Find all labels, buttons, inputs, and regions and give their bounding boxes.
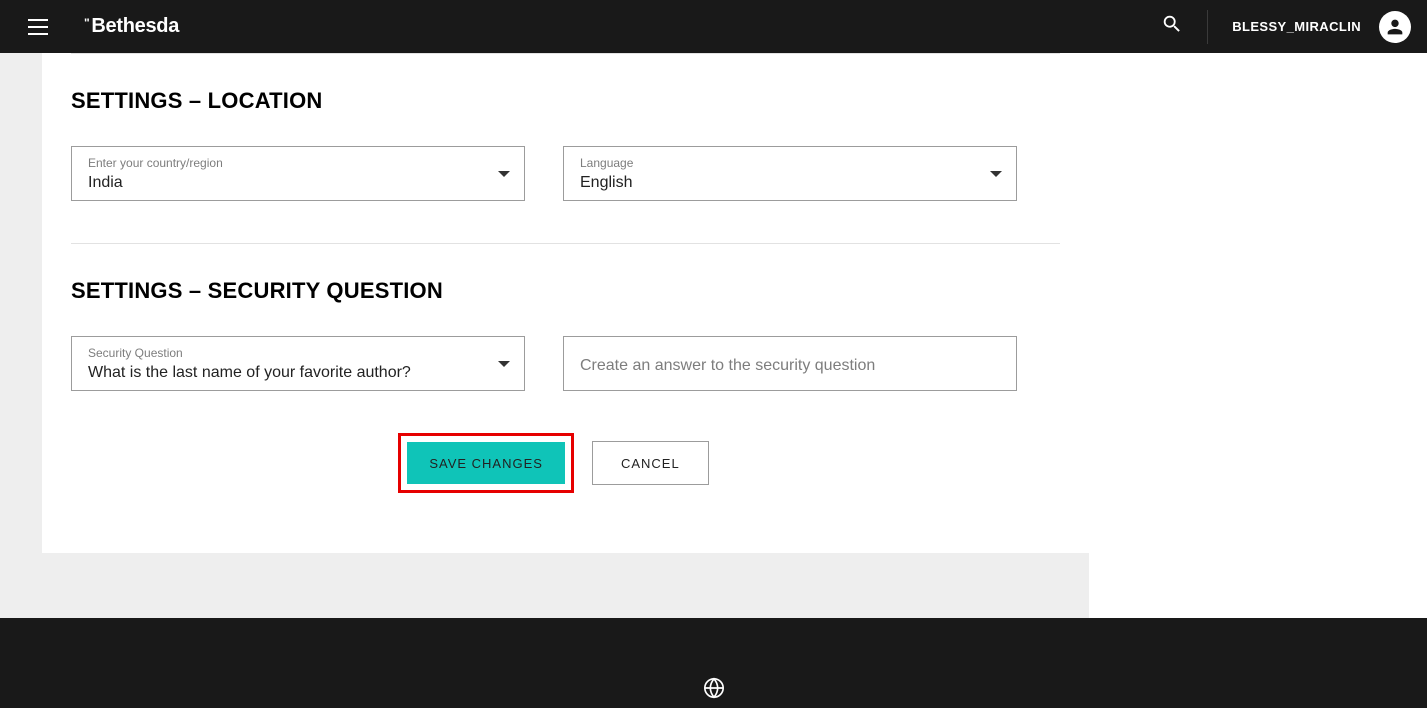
security-question-value: What is the last name of your favorite a… <box>88 362 508 384</box>
language-value: English <box>580 172 1000 194</box>
content-column: SETTINGS – LOCATION Enter your country/r… <box>0 53 1089 618</box>
page-body: SETTINGS – LOCATION Enter your country/r… <box>0 53 1427 618</box>
search-icon[interactable] <box>1161 13 1183 40</box>
footer <box>0 618 1427 708</box>
header-divider <box>1207 10 1208 44</box>
location-section-title: SETTINGS – LOCATION <box>71 54 1060 118</box>
chevron-down-icon <box>498 361 510 367</box>
security-section-title: SETTINGS – SECURITY QUESTION <box>71 244 1060 308</box>
location-row: Enter your country/region India Language… <box>71 146 1060 201</box>
save-highlight: SAVE CHANGES <box>398 433 574 493</box>
top-header: " Bethesda BLESSY_MIRACLIN <box>0 0 1427 53</box>
globe-icon[interactable] <box>703 677 725 704</box>
cancel-button[interactable]: CANCEL <box>592 441 709 485</box>
bethesda-logo[interactable]: " Bethesda <box>84 15 179 38</box>
avatar[interactable] <box>1379 11 1411 43</box>
security-question-select[interactable]: Security Question What is the last name … <box>71 336 525 391</box>
country-value: India <box>88 172 508 194</box>
language-select[interactable]: Language English <box>563 146 1017 201</box>
security-answer-input[interactable]: Create an answer to the security questio… <box>563 336 1017 391</box>
country-label: Enter your country/region <box>88 156 508 170</box>
person-icon <box>1384 16 1406 38</box>
settings-card: SETTINGS – LOCATION Enter your country/r… <box>42 53 1089 553</box>
country-select[interactable]: Enter your country/region India <box>71 146 525 201</box>
security-answer-placeholder: Create an answer to the security questio… <box>580 355 1000 377</box>
logo-text: Bethesda <box>91 15 179 38</box>
security-question-label: Security Question <box>88 346 508 360</box>
save-button[interactable]: SAVE CHANGES <box>407 442 565 484</box>
username-label[interactable]: BLESSY_MIRACLIN <box>1232 19 1361 34</box>
header-right: BLESSY_MIRACLIN <box>1161 10 1411 44</box>
menu-icon[interactable] <box>28 15 52 39</box>
chevron-down-icon <box>990 171 1002 177</box>
button-row: SAVE CHANGES CANCEL <box>59 433 1048 493</box>
spacer <box>42 553 1089 618</box>
language-label: Language <box>580 156 1000 170</box>
security-row: Security Question What is the last name … <box>71 336 1060 391</box>
chevron-down-icon <box>498 171 510 177</box>
right-blank-column <box>1089 53 1427 618</box>
